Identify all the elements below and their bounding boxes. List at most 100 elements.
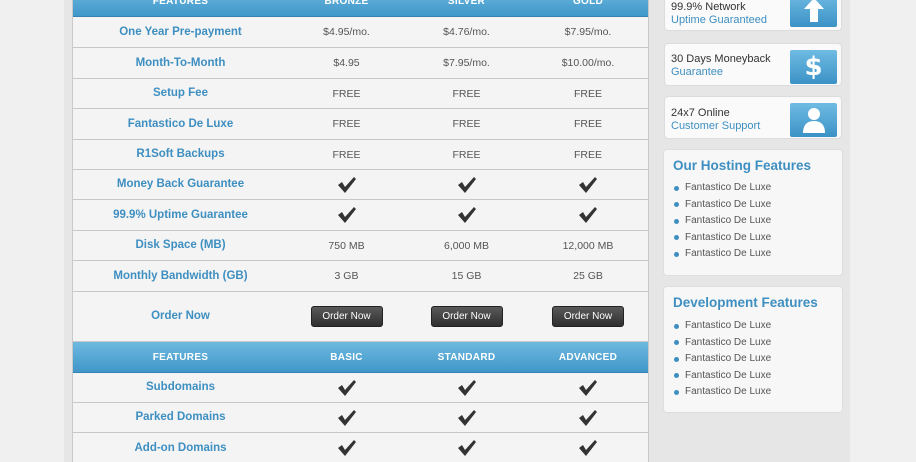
bullet-icon xyxy=(674,235,679,241)
panel-title: Our Hosting Features xyxy=(673,158,812,173)
development-features-list: Fantastico De Luxe Fantastico De Luxe Fant… xyxy=(674,318,771,401)
promo-support[interactable]: 24x7 Online Customer Support xyxy=(664,96,842,139)
list-item-label: Fantastico De Luxe xyxy=(685,386,772,398)
bullet-icon xyxy=(674,202,679,208)
pricing-table: FEATURES BRONZE SILVER GOLD One Year Pre-pay… xyxy=(72,0,649,462)
header-cell: STANDARD xyxy=(437,351,496,363)
feature-label: One Year Pre-payment xyxy=(119,25,242,38)
feature-label: R1Soft Backups xyxy=(136,148,225,160)
dollar-icon: $ xyxy=(790,50,837,84)
bullet-icon xyxy=(674,218,679,224)
bullet-icon xyxy=(674,251,679,257)
header-cell: BRONZE xyxy=(324,0,369,7)
plan-value: FREE xyxy=(452,148,481,161)
bullet-icon xyxy=(674,356,679,362)
list-item[interactable]: Fantastico De Luxe xyxy=(674,351,771,368)
promo-line1: 99.9% Network xyxy=(671,1,746,13)
table-row: Add-on Domains xyxy=(73,433,648,462)
list-item-label: Fantastico De Luxe xyxy=(685,215,772,227)
plan-value: 750 MB xyxy=(328,239,365,252)
list-item[interactable]: Fantastico De Luxe xyxy=(674,335,771,352)
hosting-features-panel: Our Hosting Features Fantastico De Luxe F… xyxy=(663,149,843,276)
table-row: 99.9% Uptime Guarantee xyxy=(73,200,648,231)
development-features-panel: Development Features Fantastico De Luxe F… xyxy=(663,286,843,413)
promo-moneyback[interactable]: 30 Days Moneyback Guarantee $ xyxy=(664,43,842,86)
plan-value: $7.95/mo. xyxy=(564,26,612,38)
table-row: Order Now Order Now Order Now Order Now xyxy=(73,292,648,342)
checkmark-icon xyxy=(528,373,648,402)
plan-value: $7.95/mo. xyxy=(443,57,490,69)
table-row: R1Soft Backups FREE FREE FREE xyxy=(73,140,648,170)
table-row: One Year Pre-payment $4.95/mo. $4.76/mo. $7… xyxy=(73,17,648,48)
list-item-label: Fantastico De Luxe xyxy=(685,198,772,210)
plan-value: 12,000 MB xyxy=(562,239,614,252)
table-row: Month-To-Month $4.95 $7.95/mo. $10.00/mo. xyxy=(73,48,648,79)
list-item-label: Fantastico De Luxe xyxy=(685,336,772,348)
feature-label: Monthly Bandwidth (GB) xyxy=(113,269,248,282)
list-item[interactable]: Fantastico De Luxe xyxy=(674,213,771,230)
list-item[interactable]: Fantastico De Luxe xyxy=(674,197,771,214)
order-now-button[interactable]: Order Now xyxy=(430,306,503,327)
order-cell: Order Now xyxy=(528,292,648,341)
hosting-features-list: Fantastico De Luxe Fantastico De Luxe Fant… xyxy=(674,180,771,263)
plan-value: $4.95 xyxy=(333,57,360,69)
header-cell: SILVER xyxy=(447,0,486,7)
plan-value: FREE xyxy=(573,118,602,130)
checkmark-icon xyxy=(288,373,405,402)
table-row: Disk Space (MB) 750 MB 6,000 MB 12,000 MB xyxy=(73,231,648,261)
plan-value: $4.95/mo. xyxy=(323,26,370,38)
checkmark-icon xyxy=(405,403,528,432)
feature-label: Subdomains xyxy=(145,381,215,393)
list-item-label: Fantastico De Luxe xyxy=(685,248,772,260)
checkmark-icon xyxy=(405,170,528,199)
feature-label: Month-To-Month xyxy=(135,56,226,69)
checkmark-icon xyxy=(405,200,528,230)
order-cell: Order Now xyxy=(288,292,405,341)
list-item-label: Fantastico De Luxe xyxy=(685,369,772,381)
feature-label: Add-on Domains xyxy=(134,441,227,454)
plan-value: FREE xyxy=(332,148,361,161)
order-now-button[interactable]: Order Now xyxy=(310,306,383,327)
order-now-button[interactable]: Order Now xyxy=(552,306,624,327)
feature-label: Order Now xyxy=(151,310,210,322)
plan-value: 25 GB xyxy=(573,270,603,282)
checkmark-icon xyxy=(405,373,528,402)
feature-label: 99.9% Uptime Guarantee xyxy=(113,208,248,221)
table-row: Monthly Bandwidth (GB) 3 GB 15 GB 25 GB xyxy=(73,261,648,292)
bullet-icon xyxy=(674,185,679,191)
promo-line2: Customer Support xyxy=(671,120,761,132)
panel-title: Development Features xyxy=(673,295,818,310)
list-item[interactable]: Fantastico De Luxe xyxy=(674,230,771,247)
promo-uptime[interactable]: 99.9% Network Uptime Guaranteed xyxy=(664,0,842,31)
feature-label: Fantastico De Luxe xyxy=(127,117,234,130)
checkmark-icon xyxy=(288,200,405,230)
list-item[interactable]: Fantastico De Luxe xyxy=(674,246,771,263)
plan-value: FREE xyxy=(573,148,602,161)
plan-value: FREE xyxy=(452,118,481,130)
bullet-icon xyxy=(674,340,679,346)
plan-value: 15 GB xyxy=(451,270,482,282)
plan-value: $4.76/mo. xyxy=(443,26,490,38)
header-cell: FEATURES xyxy=(152,0,209,7)
promo-line1: 24x7 Online xyxy=(671,107,730,119)
list-item[interactable]: Fantastico De Luxe xyxy=(674,318,771,335)
list-item[interactable]: Fantastico De Luxe xyxy=(674,180,771,197)
feature-label: Parked Domains xyxy=(135,411,226,423)
header-cell: GOLD xyxy=(572,0,604,7)
table-row: Fantastico De Luxe FREE FREE FREE xyxy=(73,109,648,140)
checkmark-icon xyxy=(528,200,648,230)
arrow-up-icon xyxy=(790,0,837,27)
plan-value: FREE xyxy=(573,87,602,100)
table-row: Setup Fee FREE FREE FREE xyxy=(73,79,648,109)
list-item[interactable]: Fantastico De Luxe xyxy=(674,368,771,385)
checkmark-icon xyxy=(288,170,405,199)
list-item[interactable]: Fantastico De Luxe xyxy=(674,384,771,401)
plan-value: 6,000 MB xyxy=(444,239,489,252)
list-item-label: Fantastico De Luxe xyxy=(685,320,772,332)
feature-label: Money Back Guarantee xyxy=(116,178,245,190)
plan-value: FREE xyxy=(332,118,361,130)
checkmark-icon xyxy=(288,433,405,462)
list-item-label: Fantastico De Luxe xyxy=(685,182,772,194)
person-icon xyxy=(790,103,837,137)
plan-value: $10.00/mo. xyxy=(561,57,615,69)
